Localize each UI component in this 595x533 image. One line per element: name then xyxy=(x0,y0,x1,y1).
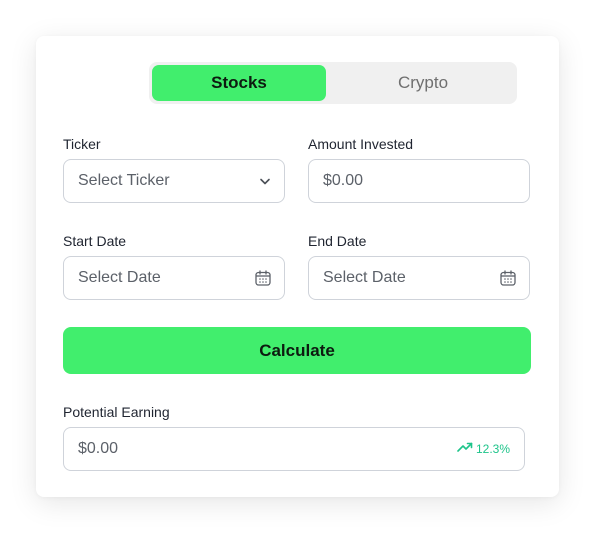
start-date-value: Select Date xyxy=(78,269,161,286)
amount-invested-label: Amount Invested xyxy=(308,136,414,152)
end-date-picker[interactable]: Select Date xyxy=(308,256,530,300)
growth-percentage: 12.3% xyxy=(475,442,510,456)
chevron-down-icon xyxy=(258,160,272,202)
end-date-label: End Date xyxy=(308,233,367,249)
ticker-select[interactable]: Select Ticker xyxy=(63,159,285,203)
calendar-icon[interactable] xyxy=(499,257,517,299)
calculator-card: Stocks Crypto Ticker Select Ticker Amoun… xyxy=(36,36,559,497)
calendar-icon[interactable] xyxy=(254,257,272,299)
potential-earning-field: $0.00 12.3% xyxy=(63,427,525,471)
ticker-label: Ticker xyxy=(63,136,101,152)
tab-stocks[interactable]: Stocks xyxy=(152,65,326,101)
trending-up-icon xyxy=(457,428,473,470)
potential-earning-value: $0.00 xyxy=(78,440,119,457)
asset-type-switch: Stocks Crypto xyxy=(149,62,517,104)
ticker-select-value: Select Ticker xyxy=(78,172,170,189)
amount-invested-field-wrap xyxy=(308,159,530,203)
amount-invested-input[interactable] xyxy=(323,161,503,201)
start-date-picker[interactable]: Select Date xyxy=(63,256,285,300)
end-date-value: Select Date xyxy=(323,269,406,286)
tab-crypto[interactable]: Crypto xyxy=(333,65,513,101)
calculate-button[interactable]: Calculate xyxy=(63,327,531,374)
potential-earning-label: Potential Earning xyxy=(63,404,170,420)
start-date-label: Start Date xyxy=(63,233,127,249)
growth-indicator: 12.3% xyxy=(457,428,510,470)
